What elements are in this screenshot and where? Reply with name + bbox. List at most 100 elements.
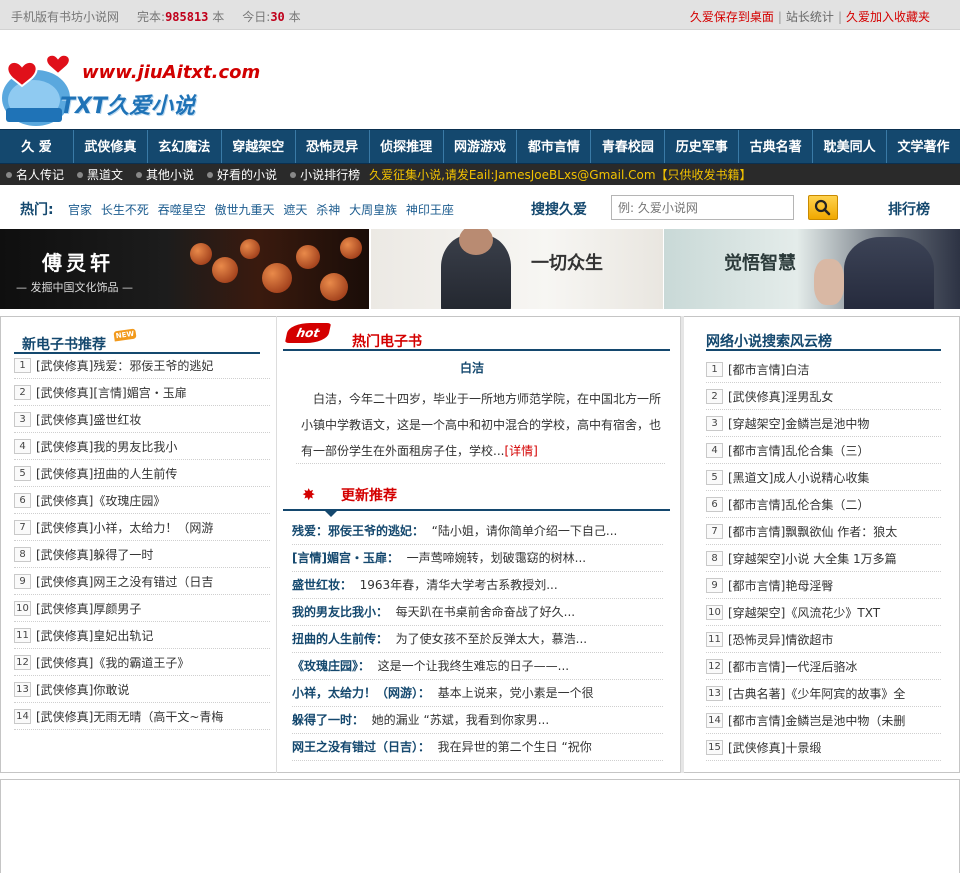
- list-item[interactable]: 6 [都市言情] 乱伦合集（二）: [706, 491, 941, 518]
- list-item[interactable]: 10 [穿越架空] 《风流花少》TXT: [706, 599, 941, 626]
- book-title[interactable]: 淫男乱女: [785, 388, 833, 405]
- list-item[interactable]: 13 [古典名著] 《少年阿宾的故事》全: [706, 680, 941, 707]
- list-item[interactable]: 4 [武侠修真] 我的男友比我小: [14, 433, 270, 460]
- banner-fulingxuan[interactable]: 傅灵轩 — 发掘中国文化饰品 —: [0, 229, 369, 309]
- list-item[interactable]: 残爱：邪佞王爷的逃妃： “陆小姐，请你简单介绍一下自己...: [292, 518, 663, 545]
- list-item[interactable]: 12 [武侠修真] 《我的霸道王子》: [14, 649, 270, 676]
- hot-link[interactable]: 长生不死: [101, 203, 149, 217]
- list-item[interactable]: 6 [武侠修真] 《玫瑰庄园》: [14, 487, 270, 514]
- featured-book-title[interactable]: 白洁: [283, 359, 661, 376]
- book-title[interactable]: 飘飘欲仙 作者：狼太: [785, 523, 897, 540]
- list-item[interactable]: 小祥，太给力！（网游）： 基本上说来，党小素是一个很: [292, 680, 663, 707]
- book-title[interactable]: 艳母淫臀: [785, 577, 833, 594]
- nav-item-chuanyue[interactable]: 穿越架空: [222, 130, 296, 163]
- list-item[interactable]: 《玫瑰庄园》： 这是一个让我终生难忘的日子——...: [292, 653, 663, 680]
- book-title[interactable]: 乱伦合集（三）: [785, 442, 869, 459]
- book-title[interactable]: 十景缎: [785, 739, 821, 756]
- nav-item-dushi[interactable]: 都市言情: [517, 130, 592, 163]
- book-title[interactable]: 成人小说精心收集: [773, 469, 869, 486]
- rank-link[interactable]: 排行榜: [888, 199, 930, 219]
- hot-link[interactable]: 杀神: [316, 203, 340, 217]
- book-title[interactable]: 《少年阿宾的故事》全: [785, 685, 905, 702]
- banner-yiqiezhongsheng[interactable]: 一切众生: [371, 229, 663, 309]
- list-item[interactable]: 9 [武侠修真] 网王之没有错过（日吉: [14, 568, 270, 595]
- list-item[interactable]: 8 [穿越架空] 小说 大全集 1万多篇: [706, 545, 941, 572]
- book-title[interactable]: 躲得了一时: [93, 546, 153, 563]
- subnav-item-qita[interactable]: 其他小说: [130, 166, 201, 183]
- book-title[interactable]: 我的男友比我小: [93, 438, 177, 455]
- nav-item-gudian[interactable]: 古典名著: [739, 130, 814, 163]
- list-item[interactable]: 12 [都市言情] 一代淫后骆冰: [706, 653, 941, 680]
- list-item[interactable]: 扭曲的人生前传： 为了使女孩不至於反弹太大，慕浩...: [292, 626, 663, 653]
- nav-item-home[interactable]: 久 爱: [0, 130, 74, 163]
- book-title[interactable]: 白洁: [785, 361, 809, 378]
- nav-item-wangyou[interactable]: 网游游戏: [444, 130, 518, 163]
- update-title[interactable]: [言情]媚宫・玉扉：: [292, 551, 399, 565]
- list-item[interactable]: 13 [武侠修真] 你敢说: [14, 676, 270, 703]
- book-title[interactable]: 《我的霸道王子》: [93, 654, 189, 671]
- add-favorite-link[interactable]: 久爱加入收藏夹: [846, 10, 930, 24]
- stats-link[interactable]: 站长统计: [786, 10, 834, 24]
- list-item[interactable]: 5 [黑道文] 成人小说精心收集: [706, 464, 941, 491]
- list-item[interactable]: 9 [都市言情] 艳母淫臀: [706, 572, 941, 599]
- nav-item-xuanhuan[interactable]: 玄幻魔法: [148, 130, 222, 163]
- book-title[interactable]: 扭曲的人生前传: [93, 465, 177, 482]
- update-title[interactable]: 躲得了一时：: [292, 713, 364, 727]
- book-title[interactable]: 情欲超市: [785, 631, 833, 648]
- list-item[interactable]: 盛世红妆： 1963年春，清华大学考古系教授刘...: [292, 572, 663, 599]
- update-title[interactable]: 网王之没有错过（日吉）：: [292, 740, 430, 754]
- book-title[interactable]: 你敢说: [93, 681, 129, 698]
- banner-juewuzhihui[interactable]: 觉悟智慧: [664, 229, 960, 309]
- book-title[interactable]: 厚颜男子: [93, 600, 141, 617]
- nav-item-qingchun[interactable]: 青春校园: [591, 130, 666, 163]
- nav-item-wuxia[interactable]: 武侠修真: [74, 130, 148, 163]
- list-item[interactable]: 7 [都市言情] 飘飘欲仙 作者：狼太: [706, 518, 941, 545]
- update-title[interactable]: 《玫瑰庄园》：: [292, 659, 370, 673]
- list-item[interactable]: 3 [穿越架空] 金鳞岂是池中物: [706, 410, 941, 437]
- update-title[interactable]: 残爱：邪佞王爷的逃妃：: [292, 524, 424, 538]
- update-title[interactable]: 小祥，太给力！（网游）：: [292, 686, 430, 700]
- list-item[interactable]: 11 [武侠修真] 皇妃出轨记: [14, 622, 270, 649]
- list-item[interactable]: 1 [都市言情] 白洁: [706, 356, 941, 383]
- hot-link[interactable]: 官家: [68, 203, 92, 217]
- book-title[interactable]: 《玫瑰庄园》: [93, 492, 165, 509]
- nav-item-kongbu[interactable]: 恐怖灵异: [296, 130, 370, 163]
- list-item[interactable]: 14 [都市言情] 金鳞岂是池中物（未删: [706, 707, 941, 734]
- book-title[interactable]: 一代淫后骆冰: [785, 658, 857, 675]
- book-title[interactable]: 乱伦合集（二）: [785, 496, 869, 513]
- search-input[interactable]: [611, 195, 794, 220]
- list-item[interactable]: 躲得了一时： 她的漏业 “苏斌，我看到你家男...: [292, 707, 663, 734]
- nav-item-wenxue[interactable]: 文学著作: [887, 130, 960, 163]
- list-item[interactable]: 1 [武侠修真] 残爱：邪佞王爷的逃妃: [14, 352, 270, 379]
- book-title[interactable]: [言情]媚宫・玉扉: [93, 384, 186, 401]
- hot-link[interactable]: 傲世九重天: [215, 203, 275, 217]
- book-title[interactable]: 金鳞岂是池中物（未删: [785, 712, 905, 729]
- list-item[interactable]: 2 [武侠修真] [言情]媚宫・玉扉: [14, 379, 270, 406]
- list-item[interactable]: 5 [武侠修真] 扭曲的人生前传: [14, 460, 270, 487]
- book-title[interactable]: 无雨无晴（高干文~青梅: [93, 708, 223, 725]
- subnav-item-paihang[interactable]: 小说排行榜: [284, 166, 367, 183]
- book-title[interactable]: 小祥，太给力！（网游: [93, 519, 213, 536]
- list-item[interactable]: 我的男友比我小： 每天趴在书桌前舍命奋战了好久...: [292, 599, 663, 626]
- list-item[interactable]: 8 [武侠修真] 躲得了一时: [14, 541, 270, 568]
- list-item[interactable]: 网王之没有错过（日吉）： 我在异世的第二个生日 “祝你: [292, 734, 663, 761]
- list-item[interactable]: 11 [恐怖灵异] 情欲超市: [706, 626, 941, 653]
- list-item[interactable]: 3 [武侠修真] 盛世红妆: [14, 406, 270, 433]
- subnav-item-heidao[interactable]: 黑道文: [71, 166, 130, 183]
- subnav-item-haokan[interactable]: 好看的小说: [201, 166, 284, 183]
- book-title[interactable]: 小说 大全集 1万多篇: [785, 550, 896, 567]
- list-item[interactable]: [言情]媚宫・玉扉： 一声莺啼婉转，划破霭窈的树林...: [292, 545, 663, 572]
- nav-item-lishi[interactable]: 历史军事: [665, 130, 740, 163]
- book-title[interactable]: 《风流花少》TXT: [785, 604, 880, 621]
- book-title[interactable]: 皇妃出轨记: [93, 627, 153, 644]
- book-title[interactable]: 网王之没有错过（日吉: [93, 573, 213, 590]
- nav-item-zhentan[interactable]: 侦探推理: [370, 130, 444, 163]
- save-to-desktop-link[interactable]: 久爱保存到桌面: [690, 10, 774, 24]
- list-item[interactable]: 14 [武侠修真] 无雨无晴（高干文~青梅: [14, 703, 270, 730]
- hot-link[interactable]: 大周皇族: [349, 203, 397, 217]
- nav-item-danmei[interactable]: 耽美同人: [813, 130, 888, 163]
- update-title[interactable]: 盛世红妆：: [292, 578, 352, 592]
- book-title[interactable]: 盛世红妆: [93, 411, 141, 428]
- site-logo[interactable]: www.jiuAitxt.com TXT久爱小说: [0, 40, 260, 130]
- list-item[interactable]: 15 [武侠修真] 十景缎: [706, 734, 941, 761]
